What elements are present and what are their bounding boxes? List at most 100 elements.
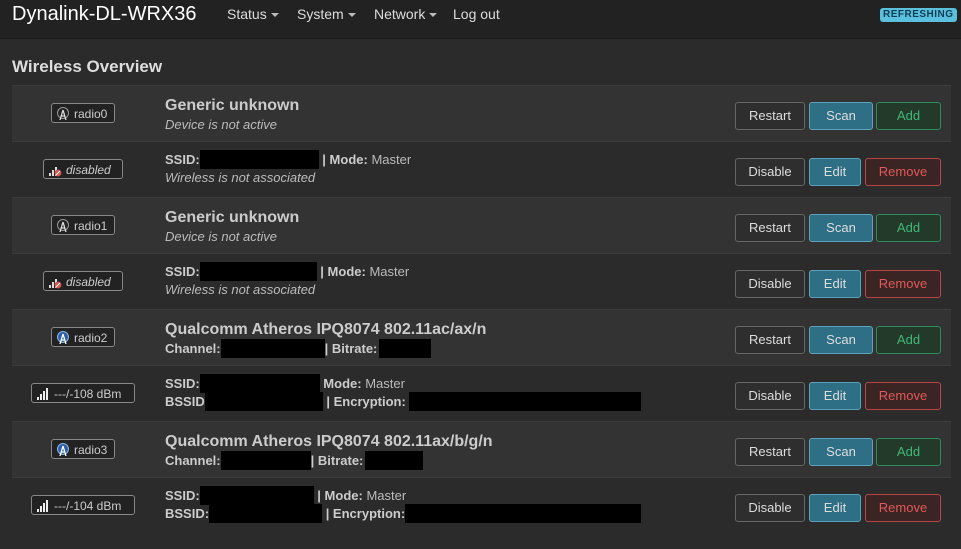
remove-button[interactable]: Remove	[865, 382, 941, 410]
mode-label: Mode:	[323, 376, 362, 391]
edit-button[interactable]: Edit	[809, 270, 861, 298]
radio-badge: radio3	[51, 439, 115, 459]
radio-antenna-active-icon	[57, 331, 69, 345]
restart-button[interactable]: Restart	[735, 438, 805, 466]
redacted-ssid	[199, 150, 319, 169]
radio-badge: radio1	[51, 215, 115, 235]
signal-badge: ---/-104 dBm	[31, 495, 135, 515]
redacted-encryption	[409, 392, 642, 411]
chevron-down-icon	[270, 13, 279, 18]
device-row: radio0 Generic unknown Device is not act…	[12, 85, 951, 141]
chevron-down-icon	[429, 13, 438, 18]
mode-value: Master	[371, 152, 412, 167]
radio-badge: radio2	[51, 327, 115, 347]
add-button[interactable]: Add	[876, 326, 941, 354]
restart-button[interactable]: Restart	[735, 214, 805, 242]
disable-button[interactable]: Disable	[735, 382, 805, 410]
device-info: Qualcomm Atheros IPQ8074 802.11ac/ax/n C…	[165, 320, 705, 358]
refreshing-badge[interactable]: REFRESHING	[880, 8, 957, 22]
ssid-label: SSID:	[165, 376, 200, 391]
radio-antenna-active-icon	[57, 443, 69, 457]
radio-antenna-icon	[57, 219, 69, 233]
interface-info: SSID: Mode: Master BSSID | Encryption:	[165, 374, 705, 411]
wireless-table: radio0 Generic unknown Device is not act…	[12, 85, 951, 533]
nav-status[interactable]: Status	[227, 6, 279, 22]
nav-system[interactable]: System	[297, 6, 356, 22]
interface-info: SSID: | Mode: Master Wireless is not ass…	[165, 150, 705, 186]
remove-button[interactable]: Remove	[865, 494, 941, 522]
redacted-bitrate	[365, 451, 424, 470]
add-button[interactable]: Add	[876, 102, 941, 130]
ssid-label: SSID:	[165, 488, 200, 503]
encryption-label: | Encryption:	[326, 394, 406, 409]
signal-strength-icon	[37, 500, 48, 512]
scan-button[interactable]: Scan	[809, 438, 873, 466]
mode-label: | Mode:	[322, 152, 368, 167]
nav-logout[interactable]: Log out	[453, 6, 500, 22]
signal-disabled-icon	[49, 279, 62, 289]
bitrate-label: | Bitrate:	[310, 453, 364, 468]
restart-button[interactable]: Restart	[735, 326, 805, 354]
interface-info: SSID: | Mode: Master Wireless is not ass…	[165, 262, 705, 298]
disable-button[interactable]: Disable	[735, 270, 805, 298]
remove-button[interactable]: Remove	[865, 158, 941, 186]
signal-strength-icon	[37, 388, 48, 400]
device-row: radio3 Qualcomm Atheros IPQ8074 802.11ax…	[12, 421, 951, 477]
bssid-label: BSSID:	[165, 506, 210, 521]
association-status: Wireless is not associated	[165, 170, 316, 185]
edit-button[interactable]: Edit	[809, 494, 861, 522]
disable-button[interactable]: Disable	[735, 494, 805, 522]
channel-label: Channel:	[165, 341, 221, 356]
encryption-label: | Encryption:	[325, 506, 406, 521]
signal-badge: disabled	[43, 159, 123, 179]
device-info: Qualcomm Atheros IPQ8074 802.11ax/b/g/n …	[165, 432, 705, 470]
redacted-channel	[220, 451, 311, 470]
interface-row: ---/-104 dBm SSID: | Mode: Master BSSID:…	[12, 477, 951, 533]
redacted-ssid	[199, 486, 314, 505]
signal-disabled-icon	[49, 167, 62, 177]
channel-label: Channel:	[165, 453, 221, 468]
redacted-bitrate	[379, 339, 432, 358]
interface-row: ---/-108 dBm SSID: Mode: Master BSSID | …	[12, 365, 951, 421]
ssid-label: SSID:	[165, 264, 200, 279]
device-info: Generic unknown Device is not active	[165, 96, 705, 133]
nav-network[interactable]: Network	[374, 6, 438, 22]
mode-value: Master	[369, 264, 410, 279]
device-title: Qualcomm Atheros IPQ8074 802.11ac/ax/n	[165, 321, 487, 338]
association-status: Wireless is not associated	[165, 282, 316, 297]
redacted-bssid	[204, 392, 323, 411]
mode-label: | Mode:	[320, 264, 366, 279]
chevron-down-icon	[347, 13, 356, 18]
signal-badge: ---/-108 dBm	[31, 383, 135, 403]
device-row: radio1 Generic unknown Device is not act…	[12, 197, 951, 253]
ssid-label: SSID:	[165, 152, 200, 167]
brand-title[interactable]: Dynalink-DL-WRX36	[12, 2, 197, 26]
redacted-encryption	[405, 504, 642, 523]
scan-button[interactable]: Scan	[809, 214, 873, 242]
scan-button[interactable]: Scan	[809, 102, 873, 130]
device-title: Generic unknown	[165, 97, 300, 114]
bitrate-label: | Bitrate:	[324, 341, 378, 356]
device-status: Device is not active	[165, 229, 277, 244]
page-title: Wireless Overview	[12, 57, 163, 76]
radio-badge: radio0	[51, 103, 115, 123]
edit-button[interactable]: Edit	[809, 382, 861, 410]
interface-row: disabled SSID: | Mode: Master Wireless i…	[12, 253, 951, 309]
edit-button[interactable]: Edit	[809, 158, 861, 186]
redacted-channel	[220, 339, 325, 358]
mode-value: Master	[365, 376, 405, 391]
add-button[interactable]: Add	[876, 438, 941, 466]
remove-button[interactable]: Remove	[865, 270, 941, 298]
scan-button[interactable]: Scan	[809, 326, 873, 354]
signal-badge: disabled	[43, 271, 123, 291]
add-button[interactable]: Add	[876, 214, 941, 242]
redacted-bssid	[209, 504, 323, 523]
device-title: Generic unknown	[165, 209, 300, 226]
restart-button[interactable]: Restart	[735, 102, 805, 130]
disable-button[interactable]: Disable	[735, 158, 805, 186]
device-status: Device is not active	[165, 117, 277, 132]
top-navbar: Dynalink-DL-WRX36 Status System Network …	[0, 0, 961, 39]
redacted-ssid	[199, 262, 317, 281]
interface-info: SSID: | Mode: Master BSSID: | Encryption…	[165, 486, 705, 523]
mode-value: Master	[366, 488, 407, 503]
